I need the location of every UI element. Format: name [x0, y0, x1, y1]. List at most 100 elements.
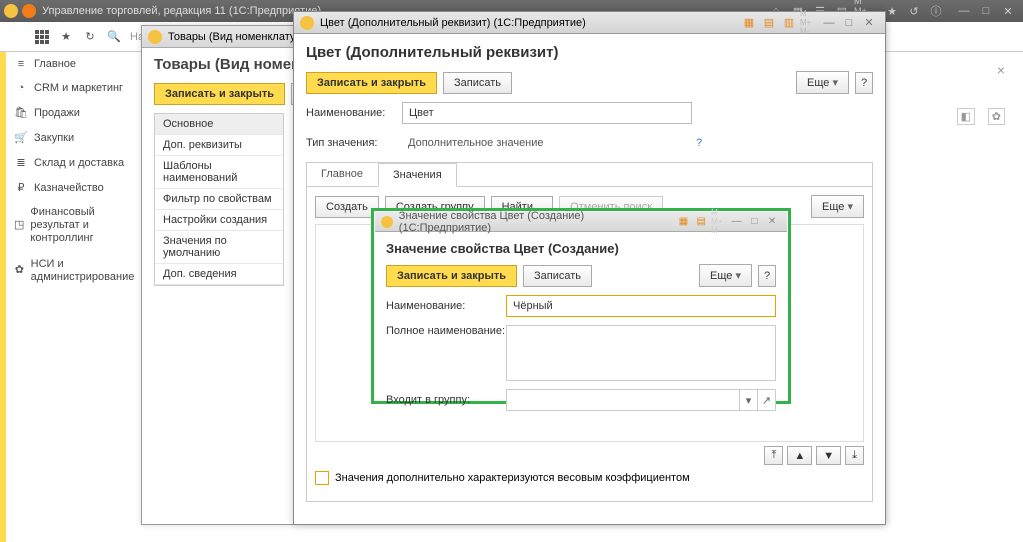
sections-grid-icon[interactable]: �⵸⁝⁝⁝ [6, 25, 30, 49]
group-dropdown-icon[interactable]: ▾ [740, 389, 758, 411]
type-value [402, 132, 692, 154]
group-input[interactable] [506, 389, 740, 411]
name-input[interactable] [506, 295, 776, 317]
menu-icon: ≡ [14, 58, 28, 70]
sidebar: ≡ Главное ◔ CRM и маркетинг 🛍 Продажи 🛒 Заку… [0, 52, 145, 542]
title-btn-max-icon[interactable]: □ [840, 15, 858, 31]
sidebar-item-label: Главное [34, 58, 76, 70]
save-button[interactable]: Записать [523, 265, 592, 287]
color-value-heading: Значение свойства Цвет (Создание) [386, 241, 776, 256]
sidebar-item-label: Склад и доставка [34, 157, 124, 169]
window-color-title: Цвет (Дополнительный реквизит) (1С:Предп… [320, 17, 586, 29]
cart-icon: 🛒 [14, 131, 28, 144]
sidebar-item-main[interactable]: ≡ Главное [0, 52, 145, 76]
tab-close-icon[interactable]: × [997, 62, 1005, 78]
sidebar-item-crm[interactable]: ◔ CRM и маркетинг [0, 76, 145, 100]
save-button[interactable]: Записать [443, 72, 512, 94]
titlebar-info-icon[interactable]: ⓘ [926, 3, 946, 19]
section-create-settings[interactable]: Настройки создания [155, 210, 283, 231]
search-glass-icon[interactable]: 🔍 [102, 25, 126, 49]
w3-title-close-icon[interactable]: ✕ [764, 215, 780, 229]
section-extra-info[interactable]: Доп. сведения [155, 264, 283, 285]
window-color-value-title: Значение свойства Цвет (Создание) (1С:Пр… [399, 210, 675, 234]
section-main[interactable]: Основное [155, 114, 283, 135]
create-button[interactable]: Создать [315, 196, 379, 218]
sections-grid-icon[interactable] [30, 25, 54, 49]
list-nav-first-icon[interactable]: ⤒ [764, 446, 783, 465]
save-and-close-button[interactable]: Записать и закрыть [386, 265, 517, 287]
w3-title-btn-1-icon[interactable]: ▦ [676, 215, 692, 229]
list-nav-up-icon[interactable]: ▲ [787, 446, 812, 465]
app-icon-round [22, 4, 36, 18]
fullname-label: Полное наименование: [386, 325, 506, 337]
sidebar-item-label: CRM и маркетинг [34, 82, 123, 94]
history-icon[interactable]: ↻ [78, 25, 102, 49]
bag-icon: 🛍 [14, 106, 28, 119]
save-and-close-button[interactable]: Записать и закрыть [306, 72, 437, 94]
group-open-icon[interactable]: ↗ [758, 389, 776, 411]
sidebar-item-label: Закупки [34, 132, 74, 144]
favorites-star-icon[interactable]: ★ [54, 25, 78, 49]
list-nav-down-icon[interactable]: ▼ [816, 446, 841, 465]
sidebar-accent [0, 52, 6, 542]
type-label: Тип значения: [306, 137, 402, 149]
ruble-icon: ₽ [14, 181, 28, 194]
tab-panel-btn[interactable]: ◧ [957, 108, 975, 125]
list-nav-last-icon[interactable]: ⤓ [845, 446, 864, 465]
sidebar-item-label: Казначейство [34, 182, 104, 194]
sidebar-item-label: Финансовый результат и контроллинг [30, 206, 137, 246]
titlebar-history-icon[interactable]: ↺ [904, 3, 924, 19]
sidebar-item-sales[interactable]: 🛍 Продажи [0, 100, 145, 125]
type-help-link[interactable]: ? [696, 137, 702, 149]
tab-values[interactable]: Значения [378, 163, 457, 187]
w3-title-min-icon[interactable]: — [729, 215, 745, 229]
section-filter-props[interactable]: Фильтр по свойствам [155, 189, 283, 210]
name-label: Наименование: [386, 300, 506, 312]
more-button-tab[interactable]: Еще [811, 195, 864, 218]
window-color-value-titlebar[interactable]: Значение свойства Цвет (Создание) (1С:Пр… [375, 212, 787, 232]
boxes-icon: ≣ [14, 156, 28, 169]
tab-main[interactable]: Главное [307, 163, 378, 186]
titlebar-close-icon[interactable]: ✕ [998, 3, 1018, 19]
window-color-value-create: Значение свойства Цвет (Создание) (1С:Пр… [371, 208, 791, 404]
save-and-close-button[interactable]: Записать и закрыть [154, 83, 285, 105]
section-defaults[interactable]: Значения по умолчанию [155, 231, 283, 264]
fullname-textarea[interactable] [506, 325, 776, 381]
titlebar-minimize-icon[interactable]: — [954, 3, 974, 19]
titlebar-maximize-icon[interactable]: □ [976, 3, 996, 19]
help-button[interactable]: ? [758, 265, 776, 287]
w3-title-max-icon[interactable]: □ [747, 215, 763, 229]
title-btn-1-icon[interactable]: ▦ [740, 15, 758, 31]
window-icon [300, 16, 314, 30]
name-label: Наименование: [306, 107, 402, 119]
sidebar-item-label: Продажи [34, 107, 80, 119]
more-button[interactable]: Еще [796, 71, 849, 94]
weight-coef-checkbox[interactable] [315, 471, 329, 485]
section-name-templates[interactable]: Шаблоны наименований [155, 156, 283, 189]
app-icon-1c [4, 4, 18, 18]
title-btn-m-icon[interactable]: M M+ M- [800, 15, 818, 31]
window-icon [381, 216, 393, 228]
window-color-titlebar[interactable]: Цвет (Дополнительный реквизит) (1С:Предп… [294, 12, 885, 34]
w3-title-btn-m-icon[interactable]: M M+ M- [711, 215, 727, 229]
name-input[interactable] [402, 102, 692, 124]
goods-section-list: Основное Доп. реквизиты Шаблоны наименов… [154, 113, 284, 286]
title-btn-close-icon[interactable]: ✕ [860, 15, 878, 31]
help-button[interactable]: ? [855, 72, 873, 94]
sidebar-item-nsi[interactable]: ✿НСИ и администрирование [0, 252, 145, 290]
section-extra-props[interactable]: Доп. реквизиты [155, 135, 283, 156]
window-icon [148, 30, 162, 44]
title-btn-3-icon[interactable]: ▥ [780, 15, 798, 31]
sidebar-item-finresult[interactable]: ◳Финансовый результат и контроллинг [0, 200, 145, 252]
sidebar-item-purchases[interactable]: 🛒 Закупки [0, 125, 145, 150]
title-btn-2-icon[interactable]: ▤ [760, 15, 778, 31]
tab-settings-btn[interactable]: ✿ [988, 108, 1005, 125]
w3-title-btn-2-icon[interactable]: ▤ [693, 215, 709, 229]
weight-coef-label: Значения дополнительно характеризуются в… [335, 472, 690, 484]
app-title: Управление торговлей, редакция 11 (1С:Пр… [42, 5, 321, 17]
sidebar-item-treasury[interactable]: ₽ Казначейство [0, 175, 145, 200]
more-button[interactable]: Еще [699, 264, 752, 287]
sidebar-item-warehouse[interactable]: ≣ Склад и доставка [0, 150, 145, 175]
pie-icon: ◔ [14, 82, 28, 94]
title-btn-min-icon[interactable]: — [820, 15, 838, 31]
